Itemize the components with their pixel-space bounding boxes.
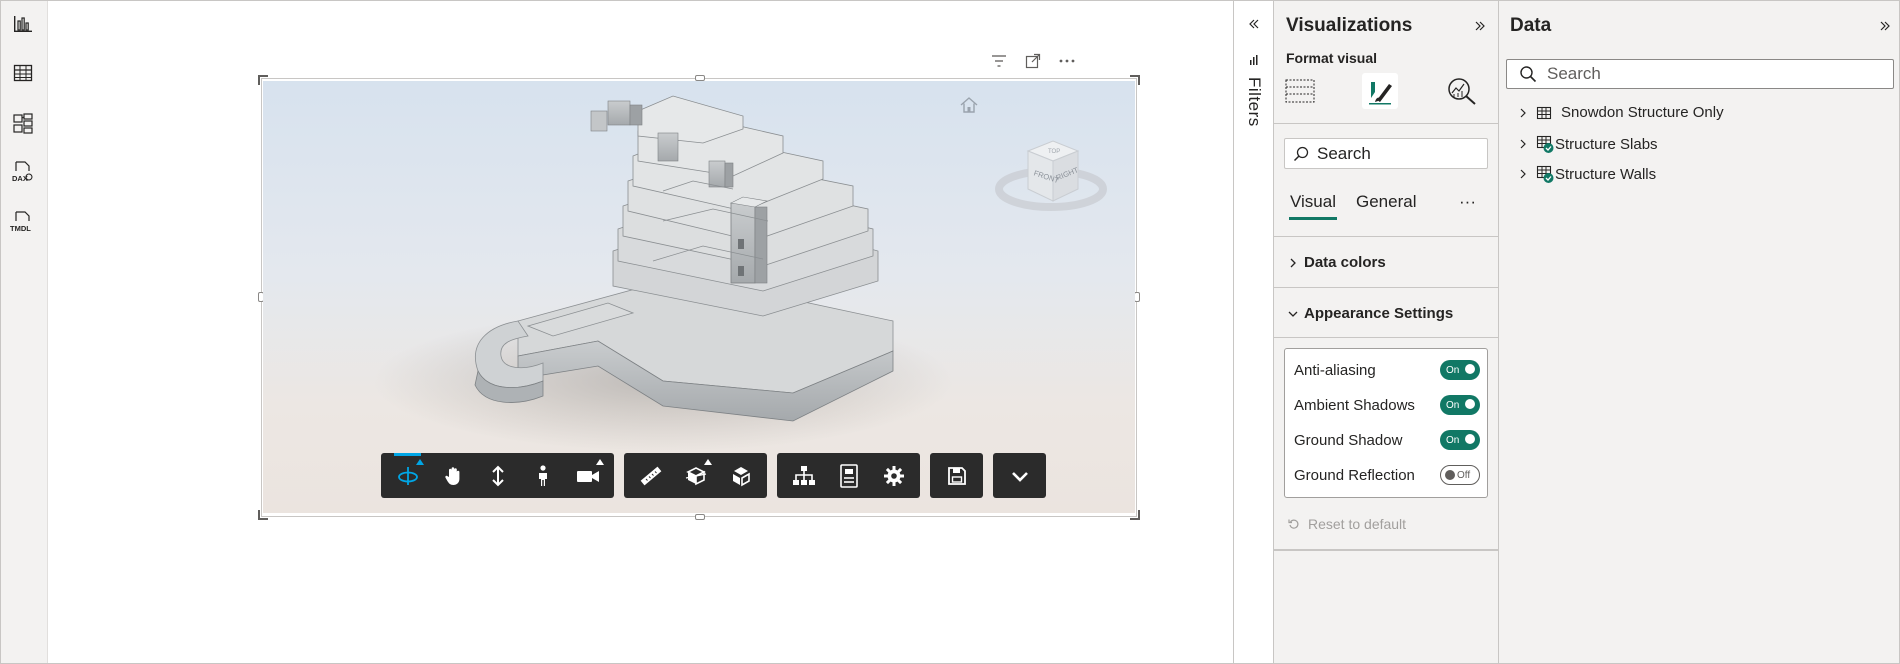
pane-title: Data xyxy=(1510,15,1552,36)
build-visual-icon[interactable] xyxy=(1282,73,1318,109)
collapse-visualizations-icon[interactable] xyxy=(1474,19,1486,37)
chevron-down-icon[interactable] xyxy=(997,453,1042,498)
3d-model-viewer[interactable]: FRONT RIGHT TOP xyxy=(263,81,1135,513)
ambient-shadows-toggle[interactable]: On xyxy=(1440,395,1480,415)
orbit-icon[interactable] xyxy=(385,453,430,498)
pane-title: Visualizations xyxy=(1286,15,1413,36)
svg-text:DAX: DAX xyxy=(12,174,28,183)
search-placeholder: Search xyxy=(1317,143,1371,163)
building-model[interactable] xyxy=(263,81,1135,513)
section-analysis-icon[interactable] xyxy=(673,453,718,498)
divider xyxy=(1274,337,1499,338)
table-item-structure-slabs[interactable]: Structure Slabs xyxy=(1519,134,1658,154)
divider xyxy=(1274,549,1499,551)
setting-anti-aliasing: Anti-aliasing On xyxy=(1294,359,1480,381)
view-switcher-rail: DAX TMDL xyxy=(1,1,48,663)
save-icon[interactable] xyxy=(934,453,979,498)
tmdl-view-icon[interactable]: TMDL xyxy=(10,209,36,235)
section-data-colors[interactable]: Data colors xyxy=(1288,254,1386,271)
analytics-icon[interactable] xyxy=(1444,73,1480,109)
chevron-right-icon[interactable] xyxy=(1519,108,1527,118)
zoom-icon[interactable] xyxy=(475,453,520,498)
resize-handle[interactable] xyxy=(695,514,705,520)
table-view-icon[interactable] xyxy=(10,60,36,86)
modeling-tools xyxy=(624,453,767,498)
tab-visual[interactable]: Visual xyxy=(1290,192,1336,212)
first-person-icon[interactable] xyxy=(520,453,565,498)
appearance-settings-card: Anti-aliasing On Ambient Shadows On Grou… xyxy=(1284,348,1488,498)
search-placeholder: Search xyxy=(1547,64,1601,83)
model-tools xyxy=(777,453,920,498)
table-icon xyxy=(1536,106,1552,119)
chevron-right-icon[interactable] xyxy=(1519,139,1527,149)
section-appearance-settings[interactable]: Appearance Settings xyxy=(1288,305,1453,322)
save-group xyxy=(930,453,983,498)
viewer-toolbar xyxy=(381,453,1046,498)
table-checked-icon xyxy=(1536,135,1554,153)
collapse-data-icon[interactable] xyxy=(1879,19,1891,37)
search-icon xyxy=(1293,146,1309,161)
tab-more-options[interactable]: ··· xyxy=(1459,192,1476,212)
chevron-down-icon xyxy=(1288,311,1298,317)
focus-mode-icon[interactable] xyxy=(1023,51,1043,71)
chevron-right-icon xyxy=(1290,258,1296,267)
visual-header xyxy=(989,51,1077,71)
explode-model-icon[interactable] xyxy=(718,453,763,498)
ground-shadow-toggle[interactable]: On xyxy=(1440,430,1480,450)
tab-general[interactable]: General xyxy=(1356,192,1416,212)
model-browser-icon[interactable] xyxy=(781,453,826,498)
camera-icon[interactable] xyxy=(565,453,610,498)
filters-label[interactable]: Filters xyxy=(1244,77,1264,127)
search-icon xyxy=(1520,66,1537,83)
visualizations-pane: Visualizations Format visual Search Visu… xyxy=(1274,1,1499,663)
setting-ambient-shadows: Ambient Shadows On xyxy=(1294,394,1480,416)
navigation-tools xyxy=(381,453,614,498)
report-view-icon[interactable] xyxy=(10,11,36,37)
properties-icon[interactable] xyxy=(826,453,871,498)
table-checked-icon xyxy=(1536,165,1554,183)
divider xyxy=(1274,236,1499,237)
expand-filters-icon[interactable] xyxy=(1248,17,1260,35)
more-options-icon[interactable] xyxy=(1057,51,1077,71)
filter-bars-icon xyxy=(1248,53,1260,71)
pan-icon[interactable] xyxy=(430,453,475,498)
svg-text:TMDL: TMDL xyxy=(10,224,31,233)
anti-aliasing-toggle[interactable]: On xyxy=(1440,360,1480,380)
filter-icon[interactable] xyxy=(989,51,1009,71)
format-visual-icon[interactable] xyxy=(1362,73,1398,109)
tab-indicator xyxy=(1289,217,1337,220)
table-item-snowdon-structure-only[interactable]: Snowdon Structure Only xyxy=(1519,104,1724,121)
divider xyxy=(1274,123,1499,124)
data-search-input[interactable]: Search xyxy=(1506,59,1894,89)
model-view-icon[interactable] xyxy=(10,110,36,136)
dax-query-view-icon[interactable]: DAX xyxy=(10,159,36,185)
settings-icon[interactable] xyxy=(871,453,916,498)
report-canvas[interactable]: FRONT RIGHT TOP xyxy=(49,1,1233,663)
divider xyxy=(1274,287,1499,288)
reset-to-default-button[interactable]: Reset to default xyxy=(1288,516,1406,532)
ground-reflection-toggle[interactable]: Off xyxy=(1440,465,1480,485)
expand-group xyxy=(993,453,1046,498)
table-item-structure-walls[interactable]: Structure Walls xyxy=(1519,164,1656,184)
setting-ground-shadow: Ground Shadow On xyxy=(1294,429,1480,451)
format-visual-label: Format visual xyxy=(1286,50,1378,66)
data-pane: Data Search Snowdon Structure Only Struc… xyxy=(1499,1,1899,663)
measure-icon[interactable] xyxy=(628,453,673,498)
app-window: DAX TMDL FRONT RIGHT TOP Filters Visuali… xyxy=(0,0,1900,664)
chevron-right-icon[interactable] xyxy=(1519,169,1527,179)
format-search-input[interactable]: Search xyxy=(1284,138,1488,169)
setting-ground-reflection: Ground Reflection Off xyxy=(1294,464,1480,486)
reset-icon xyxy=(1288,519,1299,529)
